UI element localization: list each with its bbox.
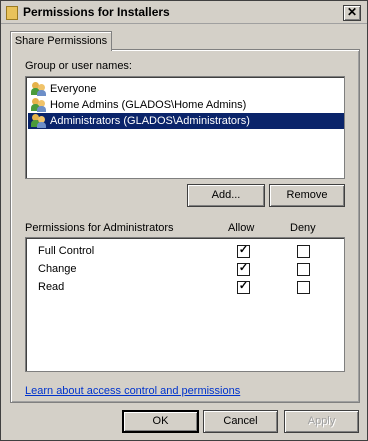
access-control-help-link[interactable]: Learn about access control and permissio… (25, 385, 240, 397)
permission-row-full-control: Full Control (38, 245, 95, 257)
users-list[interactable]: Everyone Home Admins (GLADOS\Home Admins… (25, 76, 345, 179)
list-item-label: Home Admins (GLADOS\Home Admins) (50, 99, 247, 111)
user-group-icon (31, 114, 47, 128)
user-group-icon (31, 82, 47, 96)
allow-header: Allow (228, 222, 255, 234)
permissions-dialog: Permissions for Installers ✕ Share Permi… (0, 0, 368, 441)
close-button[interactable]: ✕ (343, 5, 361, 21)
list-item-label: Administrators (GLADOS\Administrators) (50, 115, 250, 127)
list-item-label: Everyone (50, 83, 97, 95)
users-label: Group or user names: (25, 60, 132, 72)
window-title: Permissions for Installers (23, 5, 170, 19)
deny-change-checkbox[interactable] (297, 263, 310, 276)
add-button[interactable]: Add... (187, 184, 265, 207)
title-bar[interactable]: Permissions for Installers ✕ (1, 1, 367, 24)
check-icon: ✓ (238, 280, 249, 292)
ok-button[interactable]: OK (122, 410, 199, 433)
apply-button[interactable]: Apply (284, 410, 359, 433)
list-item[interactable]: Everyone (28, 81, 100, 97)
user-group-icon (31, 98, 47, 112)
tab-share-permissions[interactable]: Share Permissions (10, 31, 112, 51)
permission-row-change: Change (38, 263, 77, 275)
close-icon: ✕ (346, 5, 358, 19)
permissions-label: Permissions for Administrators (25, 222, 174, 234)
remove-button[interactable]: Remove (269, 184, 345, 207)
cancel-button[interactable]: Cancel (203, 410, 278, 433)
permissions-list: Full Control ✓ Change ✓ Read ✓ (25, 237, 345, 372)
deny-header: Deny (290, 222, 316, 234)
allow-full-control-checkbox[interactable]: ✓ (237, 244, 250, 258)
allow-change-checkbox[interactable]: ✓ (237, 262, 250, 276)
permission-row-read: Read (38, 281, 65, 293)
list-item[interactable]: Home Admins (GLADOS\Home Admins) (28, 97, 250, 113)
deny-full-control-checkbox[interactable] (297, 245, 310, 258)
deny-read-checkbox[interactable] (297, 281, 310, 294)
folder-icon (6, 6, 18, 20)
list-item-selected[interactable]: Administrators (GLADOS\Administrators) (28, 113, 344, 129)
allow-read-checkbox[interactable]: ✓ (237, 280, 250, 294)
check-icon: ✓ (238, 262, 249, 274)
check-icon: ✓ (238, 244, 249, 256)
